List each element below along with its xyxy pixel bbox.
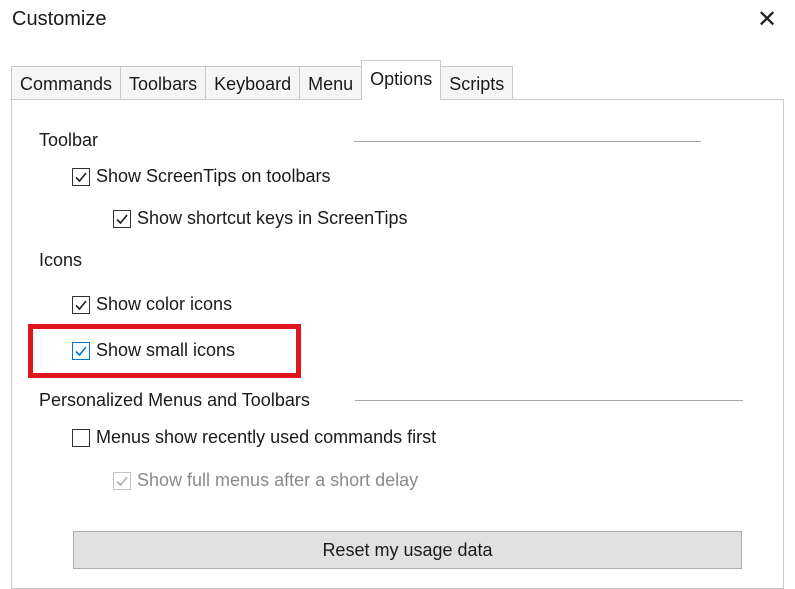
customize-dialog: Customize ✕ Commands Toolbars Keyboard M…	[0, 0, 795, 589]
checkmark-icon	[75, 345, 87, 356]
group-label-personalized: Personalized Menus and Toolbars	[39, 390, 310, 410]
checkbox-label: Show color icons	[96, 294, 233, 314]
checkbox-box[interactable]	[72, 295, 90, 314]
checkbox-box[interactable]	[72, 341, 90, 360]
checkbox-show-color-icons[interactable]: Show color icons	[72, 294, 232, 315]
checkbox-box[interactable]	[72, 428, 90, 447]
reset-usage-data-button[interactable]: Reset my usage data	[73, 531, 742, 569]
checkmark-icon	[116, 475, 128, 486]
tab-keyboard[interactable]: Keyboard	[205, 66, 301, 100]
checkbox-label: Menus show recently used commands first	[96, 427, 437, 447]
tab-scripts[interactable]: Scripts	[440, 66, 514, 100]
close-icon[interactable]: ✕	[753, 6, 781, 34]
checkbox-show-screentips[interactable]: Show ScreenTips on toolbars	[72, 166, 330, 187]
tab-options[interactable]: Options	[361, 60, 442, 100]
tab-commands[interactable]: Commands	[11, 66, 122, 100]
checkbox-recent-commands-first[interactable]: Menus show recently used commands first	[72, 427, 436, 448]
checkbox-label: Show ScreenTips on toolbars	[96, 166, 331, 186]
group-label-toolbar: Toolbar	[39, 130, 99, 150]
tab-menu[interactable]: Menu	[299, 66, 363, 100]
checkmark-icon	[75, 299, 87, 310]
checkbox-full-menus-delay: Show full menus after a short delay	[113, 470, 418, 491]
checkbox-box	[113, 471, 131, 490]
checkmark-icon	[75, 171, 87, 182]
checkbox-box[interactable]	[113, 209, 131, 228]
checkmark-icon	[116, 213, 128, 224]
group-divider-personalized	[355, 400, 743, 401]
checkbox-show-small-icons[interactable]: Show small icons	[72, 340, 235, 361]
checkbox-label: Show shortcut keys in ScreenTips	[137, 208, 408, 228]
checkbox-label: Show full menus after a short delay	[137, 470, 419, 490]
group-label-icons: Icons	[39, 250, 83, 270]
dialog-title: Customize	[12, 8, 107, 30]
group-divider-toolbar	[354, 141, 701, 142]
checkbox-label: Show small icons	[96, 340, 236, 360]
tab-toolbars[interactable]: Toolbars	[120, 66, 207, 100]
tab-strip: Commands Toolbars Keyboard Menu Options …	[11, 60, 514, 100]
checkbox-show-shortcut-keys[interactable]: Show shortcut keys in ScreenTips	[113, 208, 407, 229]
checkbox-box[interactable]	[72, 167, 90, 186]
